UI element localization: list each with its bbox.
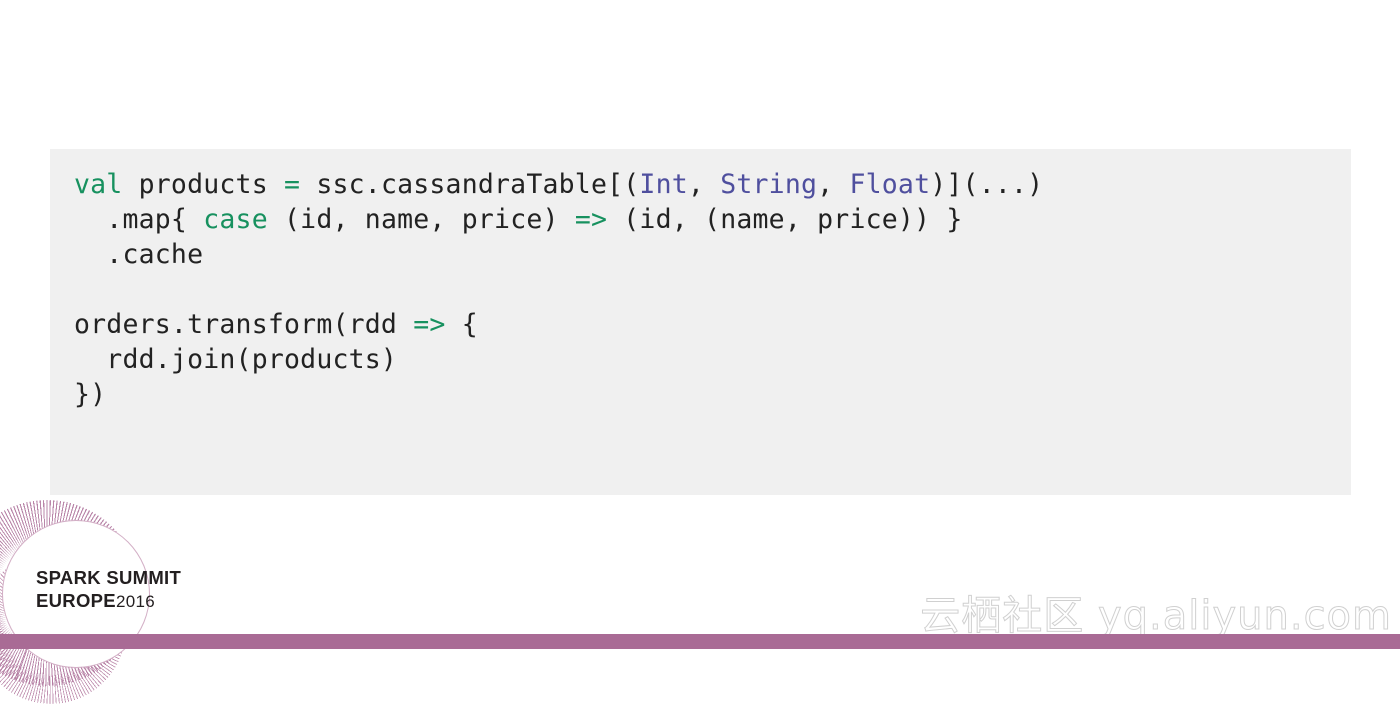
- code-token-plain: products: [122, 169, 285, 200]
- code-token-plain: .map{: [74, 204, 204, 235]
- code-token-plain: ssc.cassandraTable[(: [300, 169, 640, 200]
- logo-wordmark: SPARK SUMMIT EUROPE2016: [36, 567, 182, 611]
- code-lines: val products = ssc.cassandraTable[(Int, …: [50, 167, 1351, 412]
- logo-line-spark-summit: SPARK SUMMIT: [36, 567, 182, 588]
- code-token-kw: val: [74, 169, 123, 200]
- code-token-plain: (id, (name, price)) }: [607, 204, 963, 235]
- code-line: }): [50, 377, 1351, 412]
- spark-summit-logo: SPARK SUMMIT EUROPE2016: [0, 500, 240, 704]
- code-token-type: Float: [849, 169, 931, 200]
- logo-line-europe-year: EUROPE2016: [36, 589, 181, 611]
- code-token-plain: }): [74, 379, 107, 410]
- code-token-kw: case: [203, 204, 268, 235]
- code-token-plain: (id, name, price): [267, 204, 575, 235]
- code-line: .map{ case (id, name, price) => (id, (na…: [50, 202, 1351, 237]
- code-token-plain: )](...): [930, 169, 1044, 200]
- code-line: [50, 272, 1351, 307]
- code-token-plain: ,: [817, 169, 850, 200]
- code-token-plain: orders.transform(rdd: [74, 309, 414, 340]
- code-token-plain: {: [445, 309, 478, 340]
- code-token-plain: ,: [687, 169, 721, 200]
- watermark-text: 云栖社区 yq.aliyun.com: [920, 593, 1392, 639]
- code-line: .cache: [50, 237, 1351, 272]
- code-token-op: =>: [574, 204, 608, 235]
- code-line: orders.transform(rdd => {: [50, 307, 1351, 342]
- code-token-type: Int: [639, 169, 688, 200]
- code-token-type: String: [720, 169, 818, 200]
- code-line: rdd.join(products): [50, 342, 1351, 377]
- logo-line-year: 2016: [115, 591, 155, 611]
- code-token-op: =>: [413, 309, 446, 340]
- bottom-accent-bar: [0, 634, 1400, 649]
- slide-canvas: val products = ssc.cassandraTable[(Int, …: [0, 0, 1400, 704]
- code-line: val products = ssc.cassandraTable[(Int, …: [50, 167, 1351, 202]
- code-token-op: =: [284, 169, 301, 200]
- code-block: val products = ssc.cassandraTable[(Int, …: [50, 149, 1351, 495]
- logo-line-europe: EUROPE: [36, 589, 116, 611]
- code-token-plain: rdd.join(products): [74, 344, 398, 375]
- code-token-plain: .cache: [74, 239, 204, 270]
